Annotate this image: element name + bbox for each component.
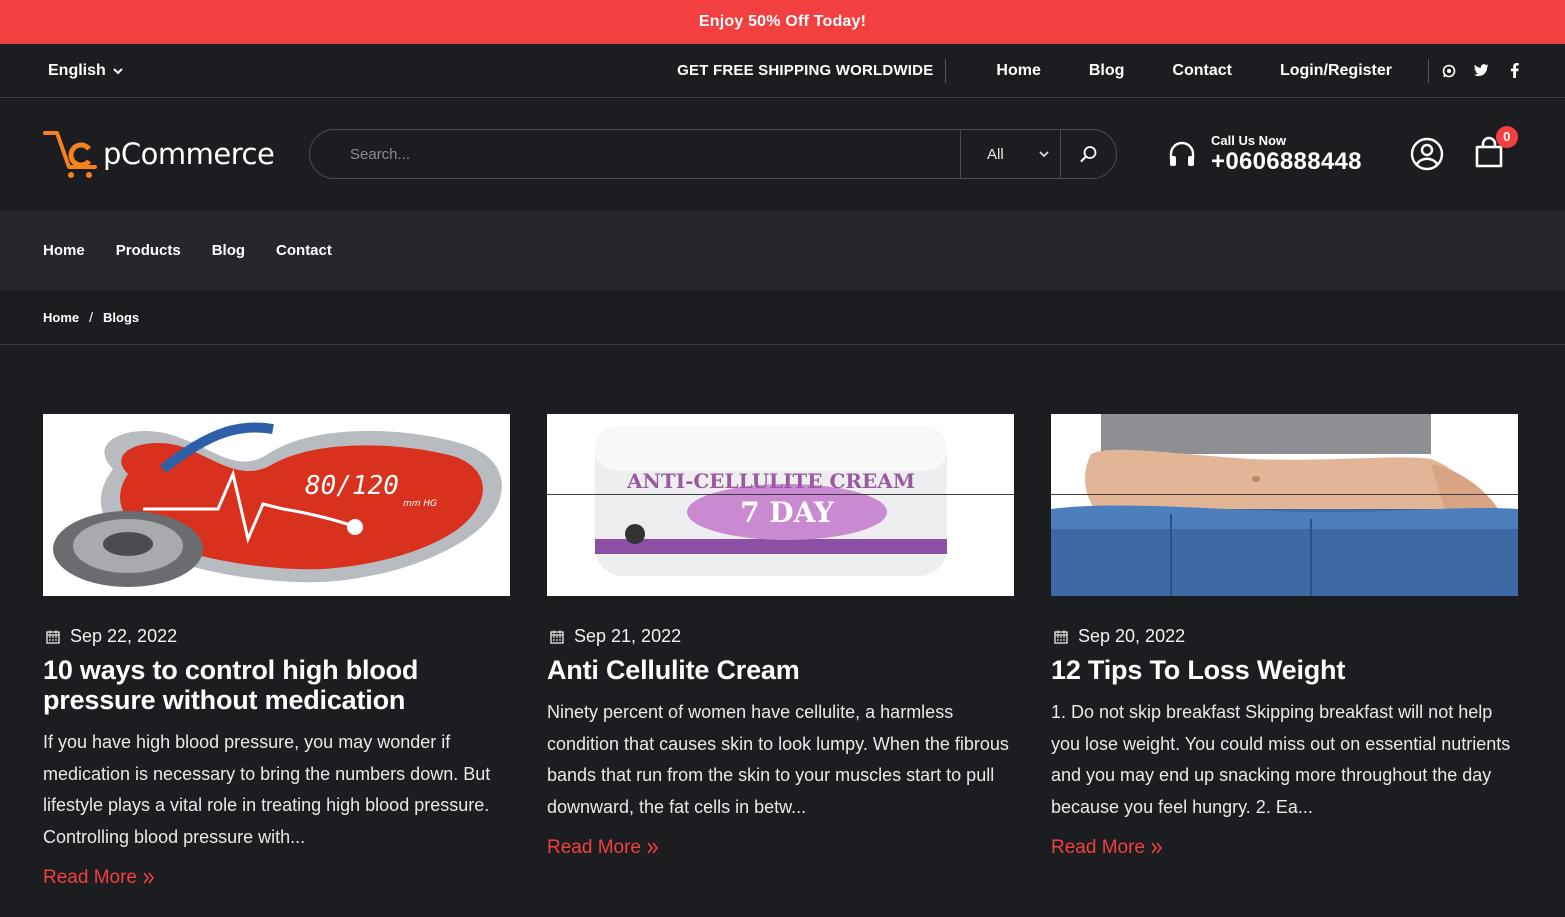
breadcrumb-current: Blogs <box>103 309 140 325</box>
blog-post-card: 80/120 mm HG Sep 22, 2022 10 ways to con… <box>43 414 510 889</box>
top-links: Home Blog Contact Login/Register <box>972 62 1416 80</box>
calendar-icon <box>46 630 60 644</box>
header-actions: 0 <box>1410 125 1518 173</box>
nav-item-contact[interactable]: Contact <box>276 242 332 259</box>
post-title[interactable]: 12 Tips To Loss Weight <box>1051 655 1518 685</box>
social-links <box>1428 58 1522 83</box>
blog-post-list: 80/120 mm HG Sep 22, 2022 10 ways to con… <box>43 414 1518 889</box>
post-date-text: Sep 20, 2022 <box>1078 626 1186 646</box>
post-divider <box>547 494 1014 495</box>
whatsapp-icon[interactable] <box>1441 63 1456 78</box>
cart-count-badge: 0 <box>1495 125 1518 148</box>
double-chevron-right-icon <box>647 842 659 854</box>
breadcrumb: Home / Blogs <box>0 290 1565 345</box>
post-image-weight-loss[interactable] <box>1051 414 1518 596</box>
main-nav: Home Products Blog Contact <box>0 210 1565 290</box>
search-button[interactable] <box>1060 130 1116 178</box>
shipping-notice: GET FREE SHIPPING WORLDWIDE <box>677 58 947 83</box>
search-input[interactable] <box>310 130 960 178</box>
site-logo[interactable]: pCommerce <box>43 127 309 181</box>
read-more-label: Read More <box>547 837 641 859</box>
chevron-down-icon <box>113 67 123 74</box>
language-label: English <box>48 61 106 79</box>
read-more-link[interactable]: Read More <box>1051 837 1163 859</box>
blog-post-card: ANTI-CELLULITE CREAM 7 DAY Sep 21, 2022 … <box>547 414 1014 889</box>
read-more-label: Read More <box>1051 837 1145 859</box>
nav-item-blog[interactable]: Blog <box>212 242 245 259</box>
post-date: Sep 22, 2022 <box>43 626 510 647</box>
site-header: pCommerce All Call Us Now +0606888448 <box>0 98 1565 210</box>
post-excerpt: If you have high blood pressure, you may… <box>43 732 491 847</box>
post-excerpt: 1. Do not skip breakfast Skipping breakf… <box>1051 702 1511 817</box>
post-date-text: Sep 21, 2022 <box>574 626 682 646</box>
post-image-blood-pressure[interactable]: 80/120 mm HG <box>43 414 510 596</box>
post-excerpt: Ninety percent of women have cellulite, … <box>547 702 1009 817</box>
read-more-label: Read More <box>43 867 137 889</box>
call-us[interactable]: Call Us Now +0606888448 <box>1167 133 1362 176</box>
post-title[interactable]: Anti Cellulite Cream <box>547 655 1014 685</box>
breadcrumb-home[interactable]: Home <box>43 310 79 325</box>
image-sub: 7 DAY <box>740 496 835 529</box>
blog-post-card: Sep 20, 2022 12 Tips To Loss Weight 1. D… <box>1051 414 1518 889</box>
image-unit: mm HG <box>403 499 437 509</box>
call-label: Call Us Now <box>1211 132 1287 148</box>
category-select[interactable]: All <box>960 130 1060 178</box>
top-link-home[interactable]: Home <box>984 62 1052 80</box>
cart-button[interactable]: 0 <box>1474 125 1518 173</box>
top-link-blog[interactable]: Blog <box>1077 62 1137 80</box>
top-link-contact[interactable]: Contact <box>1160 62 1244 80</box>
promo-banner: Enjoy 50% Off Today! <box>0 0 1565 44</box>
user-account-icon[interactable] <box>1410 137 1444 171</box>
image-label: 80/120 <box>305 471 399 501</box>
read-more-link[interactable]: Read More <box>43 867 155 889</box>
search-bar: All <box>309 129 1117 179</box>
top-bar: English GET FREE SHIPPING WORLDWIDE Home… <box>0 44 1565 98</box>
post-date: Sep 20, 2022 <box>1051 626 1518 647</box>
twitter-icon[interactable] <box>1474 63 1489 78</box>
read-more-link[interactable]: Read More <box>547 837 659 859</box>
call-number: +0606888448 <box>1211 147 1362 175</box>
post-divider <box>1051 494 1518 495</box>
post-date-text: Sep 22, 2022 <box>70 626 178 646</box>
double-chevron-right-icon <box>143 872 155 884</box>
search-icon <box>1080 146 1096 162</box>
headphones-icon <box>1169 141 1195 166</box>
cart-logo-icon <box>43 131 97 178</box>
post-image-cream[interactable]: ANTI-CELLULITE CREAM 7 DAY <box>547 414 1014 596</box>
nav-item-products[interactable]: Products <box>116 242 181 259</box>
image-label: ANTI-CELLULITE CREAM <box>626 469 915 493</box>
chevron-down-icon <box>1039 151 1049 158</box>
double-chevron-right-icon <box>1151 842 1163 854</box>
nav-item-home[interactable]: Home <box>43 242 85 259</box>
top-link-login-register[interactable]: Login/Register <box>1268 62 1404 80</box>
category-value: All <box>987 145 1004 163</box>
promo-text: Enjoy 50% Off Today! <box>698 13 867 30</box>
facebook-icon[interactable] <box>1507 63 1522 78</box>
calendar-icon <box>1054 630 1068 644</box>
calendar-icon <box>550 630 564 644</box>
language-selector[interactable]: English <box>48 62 124 80</box>
post-date: Sep 21, 2022 <box>547 626 1014 647</box>
call-text: Call Us Now +0606888448 <box>1211 133 1362 176</box>
logo-text: pCommerce <box>103 137 275 171</box>
post-title[interactable]: 10 ways to control high blood pressure w… <box>43 655 510 715</box>
breadcrumb-separator: / <box>89 309 94 325</box>
